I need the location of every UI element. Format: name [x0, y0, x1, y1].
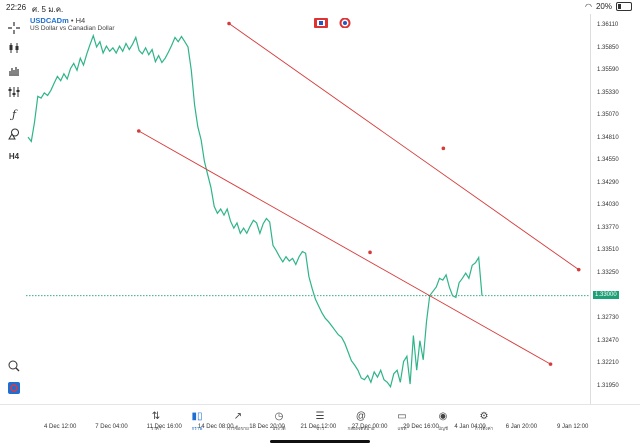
home-indicator — [270, 440, 370, 443]
status-right: ◠ 20% — [585, 2, 632, 11]
price-chart[interactable] — [26, 14, 590, 404]
status-time: 22:26 — [6, 3, 27, 12]
zoom-icon[interactable] — [6, 358, 22, 374]
price-tick-label: 1.35850 — [597, 44, 619, 51]
current-price-badge: 1.33000 — [593, 290, 619, 299]
settings-icon: ⚙ — [479, 411, 489, 422]
price-tick-label: 1.32470 — [597, 337, 619, 344]
price-tick-label: 1.35590 — [597, 67, 619, 74]
quotes-icon: ⇅ — [151, 411, 161, 422]
nav-label: กราฟ — [191, 426, 203, 431]
nav-label: บัญชี — [438, 426, 448, 431]
nav-item-settings[interactable]: ⚙ การตั้งค่า — [464, 411, 504, 432]
price-tick-label: 1.34290 — [597, 179, 619, 186]
chat-icon: ▭ — [397, 411, 407, 422]
news-icon: ☰ — [315, 411, 325, 422]
left-toolbar: ƒ H4 — [0, 14, 26, 404]
nav-label: การซื้อขาย — [227, 426, 249, 431]
nav-item-trade[interactable]: ↗ การซื้อขาย — [218, 411, 258, 432]
nav-item-news[interactable]: ☰ ข่าว — [300, 411, 340, 432]
price-tick-label: 1.32210 — [597, 360, 619, 367]
price-tick-label: 1.32730 — [597, 315, 619, 322]
price-tick-label: 1.35330 — [597, 89, 619, 96]
status-bar: 22:26 ศ. 5 ม.ค. ◠ 20% — [0, 0, 640, 14]
trendline-1-handle-3[interactable] — [576, 267, 581, 272]
price-tick-label: 1.35070 — [597, 112, 619, 119]
nav-item-chart[interactable]: ▮▯ กราฟ — [177, 411, 217, 432]
trendline-2[interactable] — [138, 130, 551, 365]
trade-icon: ↗ — [233, 411, 243, 422]
price-tick-label: 1.33770 — [597, 224, 619, 231]
candlestick-icon[interactable] — [6, 40, 22, 56]
nav-label: แชท — [397, 426, 407, 431]
function-icon[interactable]: ƒ — [6, 106, 22, 122]
bar-chart-icon[interactable] — [6, 62, 22, 78]
wifi-icon: ◠ — [585, 2, 592, 11]
nav-item-mailbox[interactable]: @ กล่องจดหมาย — [341, 411, 381, 432]
price-tick-label: 1.33510 — [597, 247, 619, 254]
price-line-series — [27, 33, 483, 389]
timeframe-button[interactable]: H4 — [6, 148, 22, 164]
price-tick-label: 1.34810 — [597, 134, 619, 141]
nav-item-chat[interactable]: ▭ แชท — [382, 411, 422, 432]
price-tick-label: 1.34550 — [597, 157, 619, 164]
trendline-2-handle-2[interactable] — [368, 250, 372, 255]
trendline-1[interactable] — [228, 23, 579, 271]
shapes-icon[interactable] — [6, 126, 22, 142]
nav-label: กล่องจดหมาย — [347, 426, 375, 431]
broker-logo-icon[interactable] — [6, 380, 22, 396]
price-axis[interactable]: 1.36110 1.35850 1.35590 1.35330 1.35070 1.348… — [590, 14, 640, 404]
history-icon: ◷ — [274, 411, 284, 422]
trendline-1-handle-1[interactable] — [227, 21, 231, 26]
nav-label: ประวัติ — [272, 426, 286, 431]
nav-item-quotes[interactable]: ⇅ ราคา — [136, 411, 176, 432]
nav-item-account[interactable]: ◉ บัญชี — [423, 411, 463, 432]
nav-label: การตั้งค่า — [474, 426, 494, 431]
trendline-1-handle-2[interactable] — [441, 146, 446, 151]
trendline-2-handle-1[interactable] — [137, 129, 141, 133]
account-icon: ◉ — [438, 411, 448, 422]
battery-text: 20% — [595, 2, 612, 11]
crosshair-icon[interactable] — [6, 20, 22, 36]
mailbox-icon: @ — [355, 411, 367, 422]
indicator-icon[interactable] — [6, 84, 22, 100]
price-tick-label: 1.31950 — [597, 382, 619, 389]
price-tick-label: 1.34030 — [597, 202, 619, 209]
nav-item-history[interactable]: ◷ ประวัติ — [259, 411, 299, 432]
nav-label: ข่าว — [315, 426, 325, 431]
price-tick-label: 1.36110 — [597, 22, 619, 29]
price-tick-label: 1.33250 — [597, 270, 619, 276]
battery-icon — [616, 2, 632, 11]
nav-label: ราคา — [150, 426, 162, 431]
trendline-2-handle-3[interactable] — [548, 362, 553, 366]
chart-icon: ▮▯ — [191, 411, 203, 422]
